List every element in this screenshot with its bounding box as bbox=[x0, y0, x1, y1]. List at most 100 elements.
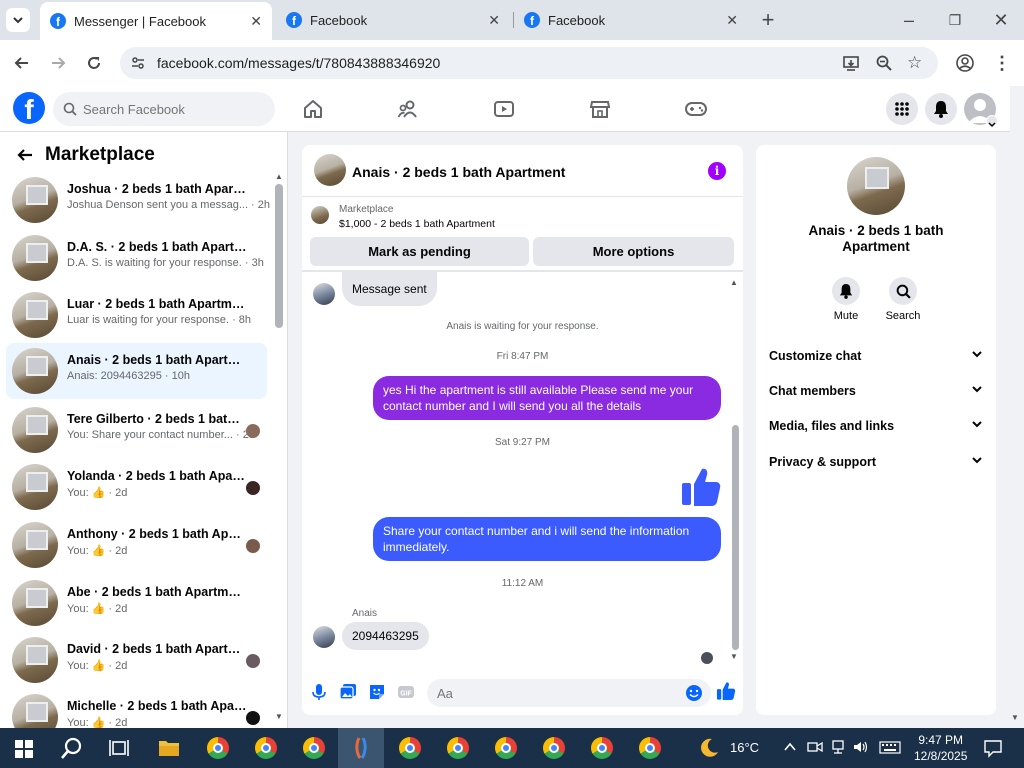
scroll-down-arrow-icon[interactable]: ▼ bbox=[275, 712, 283, 721]
task-view-icon[interactable] bbox=[109, 738, 129, 763]
chrome-profile-icon[interactable] bbox=[255, 737, 277, 759]
back-button[interactable] bbox=[10, 51, 34, 75]
active-app-icon[interactable] bbox=[350, 736, 372, 765]
volume-icon[interactable] bbox=[853, 740, 869, 759]
notifications-bell-icon[interactable] bbox=[925, 93, 957, 125]
search-in-chat-button[interactable] bbox=[889, 277, 917, 305]
chat-scroll-down-icon[interactable]: ▼ bbox=[730, 652, 738, 661]
zoom-icon[interactable] bbox=[875, 54, 893, 77]
media-files-links-section[interactable]: Media, files and links bbox=[769, 418, 983, 433]
video-icon[interactable] bbox=[493, 98, 517, 120]
gif-icon[interactable]: GIF bbox=[397, 683, 415, 701]
conversation-item[interactable]: David · 2 beds 1 bath Apartm... You: 👍 ·… bbox=[6, 632, 267, 688]
address-bar[interactable]: facebook.com/messages/t/780843888346920 … bbox=[120, 47, 938, 79]
network-icon[interactable] bbox=[830, 740, 846, 759]
thumbs-up-send-icon[interactable] bbox=[716, 681, 736, 701]
tab-facebook-1[interactable]: f Facebook ✕ bbox=[278, 0, 510, 40]
menu-grid-icon[interactable] bbox=[886, 93, 918, 125]
mark-as-pending-button[interactable]: Mark as pending bbox=[310, 237, 529, 266]
photo-icon[interactable] bbox=[339, 683, 357, 701]
privacy-support-section[interactable]: Privacy & support bbox=[769, 454, 983, 469]
emoji-icon[interactable] bbox=[685, 684, 703, 702]
sticker-icon[interactable] bbox=[368, 683, 386, 701]
close-tab-icon[interactable]: ✕ bbox=[250, 13, 262, 30]
tab-messenger[interactable]: f Messenger | Facebook ✕ bbox=[40, 2, 272, 40]
file-explorer-icon[interactable] bbox=[158, 738, 180, 763]
taskbar-search-icon[interactable] bbox=[60, 736, 84, 765]
chat-avatar[interactable] bbox=[314, 154, 346, 186]
chrome-profile-icon[interactable] bbox=[447, 737, 469, 759]
bookmark-star-icon[interactable]: ☆ bbox=[907, 53, 922, 73]
notification-center-icon[interactable] bbox=[983, 738, 1003, 763]
meet-now-icon[interactable] bbox=[807, 740, 823, 759]
account-dropdown-icon[interactable] bbox=[986, 115, 998, 128]
close-window-button[interactable]: ✕ bbox=[989, 8, 1013, 32]
close-tab-icon[interactable]: ✕ bbox=[726, 12, 738, 29]
keyboard-icon[interactable] bbox=[879, 741, 901, 759]
chrome-profile-icon[interactable] bbox=[639, 737, 661, 759]
windows-start-icon[interactable] bbox=[15, 740, 33, 763]
conversation-item[interactable]: D.A. S. · 2 beds 1 bath Apartment D.A. S… bbox=[6, 230, 267, 286]
profile-icon[interactable] bbox=[953, 51, 977, 75]
chrome-profile-icon[interactable] bbox=[591, 737, 613, 759]
contact-avatar[interactable] bbox=[847, 157, 905, 215]
friends-icon[interactable] bbox=[397, 98, 421, 120]
site-settings-icon[interactable] bbox=[130, 55, 146, 76]
close-tab-icon[interactable]: ✕ bbox=[488, 12, 500, 29]
back-arrow-icon[interactable] bbox=[16, 146, 34, 169]
system-clock[interactable]: 9:47 PM 12/8/2025 bbox=[914, 732, 967, 764]
tab-facebook-2[interactable]: f Facebook ✕ bbox=[516, 0, 748, 40]
gaming-icon[interactable] bbox=[684, 98, 708, 120]
scroll-up-arrow-icon[interactable]: ▲ bbox=[275, 172, 283, 181]
conversation-item[interactable]: Tere Gilberto · 2 beds 1 bath ... You: S… bbox=[6, 402, 267, 458]
message-input[interactable] bbox=[427, 679, 711, 707]
chrome-profile-icon[interactable] bbox=[543, 737, 565, 759]
conversation-item[interactable]: Michelle · 2 beds 1 bath Apar... You: 👍 … bbox=[6, 689, 267, 728]
mute-button[interactable] bbox=[832, 277, 860, 305]
weather-temperature[interactable]: 16°C bbox=[730, 740, 759, 755]
conversation-name: Tere Gilberto · 2 beds 1 bath ... bbox=[67, 412, 247, 426]
weather-moon-icon[interactable] bbox=[698, 737, 720, 764]
search-input[interactable] bbox=[83, 101, 263, 117]
listing-price-title[interactable]: $1,000 - 2 beds 1 bath Apartment bbox=[339, 218, 495, 230]
more-options-button[interactable]: More options bbox=[533, 237, 734, 266]
new-tab-button[interactable]: + bbox=[756, 7, 780, 32]
chrome-profile-icon[interactable] bbox=[207, 737, 229, 759]
conversation-item[interactable]: Abe · 2 beds 1 bath Apartment You: 👍 · 2… bbox=[6, 575, 267, 631]
microphone-icon[interactable] bbox=[310, 683, 328, 701]
restore-window-button[interactable]: ❐ bbox=[943, 8, 967, 32]
facebook-search-box[interactable] bbox=[53, 92, 275, 126]
conversation-item-active[interactable]: Anais · 2 beds 1 bath Apartment Anais: 2… bbox=[6, 343, 267, 399]
chrome-profile-icon[interactable] bbox=[303, 737, 325, 759]
chrome-profile-icon[interactable] bbox=[399, 737, 421, 759]
chrome-profile-icon[interactable] bbox=[495, 737, 517, 759]
conversation-item[interactable]: Yolanda · 2 beds 1 bath Apart... You: 👍 … bbox=[6, 459, 267, 515]
minimize-window-button[interactable]: – bbox=[897, 8, 921, 32]
chat-members-section[interactable]: Chat members bbox=[769, 383, 983, 398]
sidebar-scrollbar[interactable] bbox=[275, 184, 283, 328]
page-scroll-down-icon[interactable]: ▼ bbox=[1011, 713, 1019, 722]
home-icon[interactable] bbox=[302, 98, 326, 120]
clock-date: 12/8/2025 bbox=[914, 749, 968, 763]
chat-scroll-up-icon[interactable]: ▲ bbox=[730, 278, 738, 287]
chat-title[interactable]: Anais · 2 beds 1 bath Apartment bbox=[352, 164, 565, 180]
info-icon[interactable]: i bbox=[708, 162, 726, 180]
show-hidden-icons-chevron[interactable] bbox=[783, 740, 797, 759]
conversation-item[interactable]: Luar · 2 beds 1 bath Apartment Luar is w… bbox=[6, 287, 267, 343]
facebook-logo-icon[interactable]: f bbox=[13, 92, 45, 124]
sender-name: Anais bbox=[352, 608, 378, 619]
conversation-preview: D.A. S. is waiting for your response. · … bbox=[67, 257, 264, 269]
browser-menu-icon[interactable]: ⋮ bbox=[990, 51, 1014, 75]
tab-search-icon[interactable] bbox=[6, 8, 30, 32]
forward-button[interactable] bbox=[46, 51, 70, 75]
listing-thumbnail[interactable] bbox=[311, 206, 329, 224]
customize-chat-section[interactable]: Customize chat bbox=[769, 348, 983, 363]
conversation-item[interactable]: Joshua · 2 beds 1 bath Apartment Joshua … bbox=[6, 172, 270, 228]
message-bubble-incoming: Message sent bbox=[342, 272, 437, 306]
timestamp: Fri 8:47 PM bbox=[496, 351, 549, 362]
marketplace-icon[interactable] bbox=[589, 98, 613, 120]
install-app-icon[interactable] bbox=[842, 54, 860, 77]
chat-scrollbar[interactable] bbox=[732, 425, 739, 650]
conversation-item[interactable]: Anthony · 2 beds 1 bath Apar... You: 👍 ·… bbox=[6, 517, 267, 573]
reload-button[interactable] bbox=[82, 51, 106, 75]
